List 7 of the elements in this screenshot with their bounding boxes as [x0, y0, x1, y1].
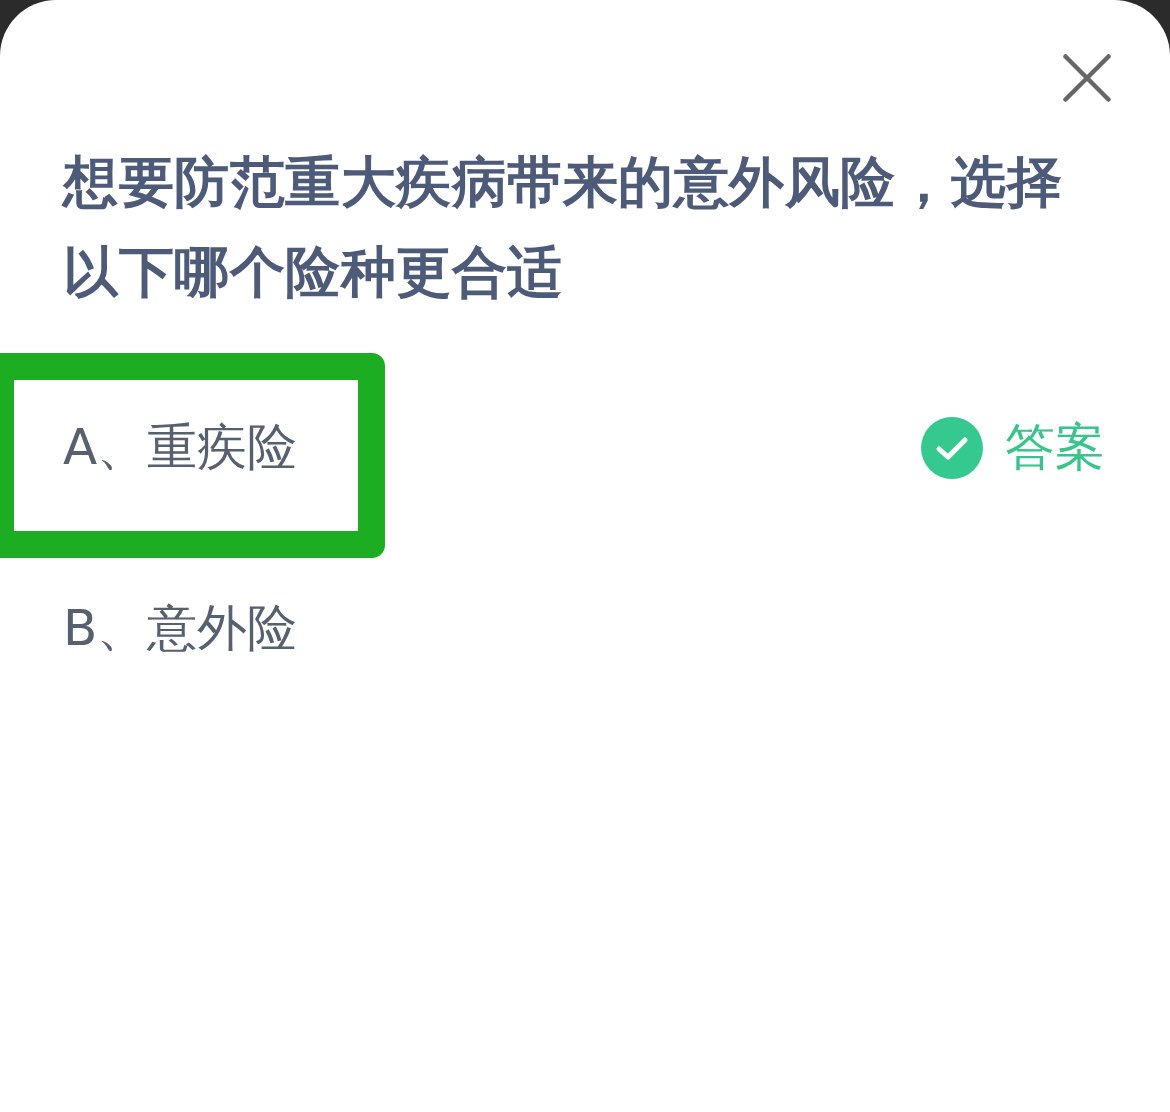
- option-label[interactable]: A、重疾险: [63, 414, 298, 481]
- option-label[interactable]: B、意外险: [63, 595, 298, 662]
- check-circle-icon: [921, 416, 983, 479]
- question-text: 想要防范重大疾病带来的意外风险，选择以下哪个险种更合适: [63, 149, 1063, 306]
- close-button[interactable]: [1063, 54, 1111, 102]
- answer-label: 答案: [1005, 417, 1105, 478]
- close-icon: [1063, 54, 1111, 102]
